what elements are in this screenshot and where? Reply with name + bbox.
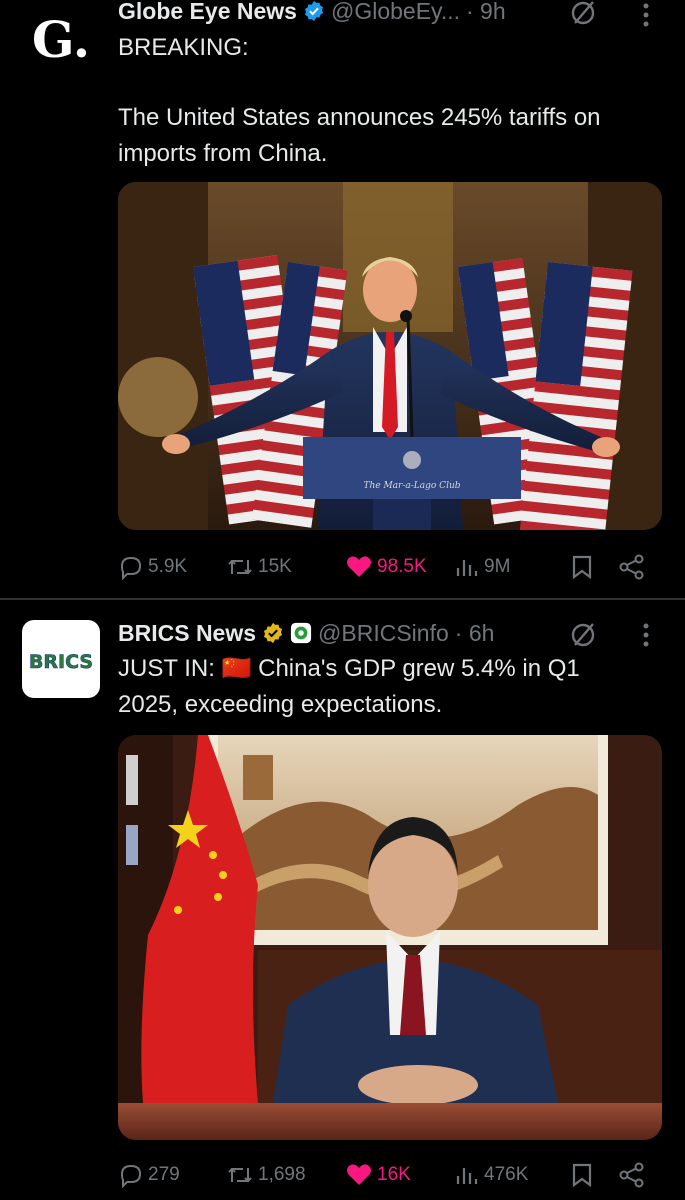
reply-count: 279 [148,1164,180,1185]
view-count: 476K [484,1164,529,1185]
post1-image[interactable]: The Mar-a-Lago Club [118,182,662,530]
share-button[interactable] [618,547,650,587]
heart-icon [347,1164,371,1185]
affiliate-badge-icon [290,622,312,644]
bookmark-button[interactable] [570,1155,598,1195]
reply-button[interactable]: 5.9K [118,547,187,587]
repost-count: 15K [258,556,292,577]
share-button[interactable] [618,1155,650,1195]
bookmark-icon [572,555,592,580]
verified-badge-icon [304,0,324,22]
post1-action-bar: 5.9K 15K 98.5K 9M [118,547,658,587]
bookmark-icon [572,1163,592,1188]
views-icon [456,1168,478,1184]
grok-icon[interactable] [568,620,598,650]
repost-button[interactable]: 1,698 [226,1155,306,1195]
views-button[interactable]: 9M [454,547,510,587]
like-button[interactable]: 98.5K [345,547,427,587]
author-handle[interactable]: @GlobeEy... [331,0,460,25]
heart-icon [347,556,371,577]
post-time[interactable]: · 9h [466,0,506,25]
like-count: 16K [377,1164,411,1185]
views-icon [456,560,478,576]
like-button[interactable]: 16K [345,1155,411,1195]
post-time[interactable]: · 6h [455,620,495,647]
post1-text-body: The United States announces 245% tariffs… [118,104,601,167]
views-button[interactable]: 476K [454,1155,528,1195]
verified-badge-icon [263,622,283,644]
author-name[interactable]: Globe Eye News [118,0,297,25]
like-count: 98.5K [377,556,427,577]
reply-icon [120,556,142,580]
press-conference-image: The Mar-a-Lago Club [118,182,662,530]
share-icon [619,554,644,580]
post1-header: Globe Eye News @GlobeEy... · 9h [118,0,506,28]
author-handle[interactable]: @BRICSinfo [318,620,449,647]
repost-count: 1,698 [258,1164,306,1185]
reply-count: 5.9K [148,556,188,577]
official-address-image [118,735,662,1140]
bookmark-button[interactable] [570,547,598,587]
post2-text-line2: 2025, exceeding expectations. [118,691,443,718]
svg-text:BRICS: BRICS [29,651,93,673]
post2-image[interactable] [118,735,662,1140]
avatar-brics-news[interactable]: BRICS [22,620,100,698]
post2-text-line1: JUST IN: 🇨🇳 China's GDP grew 5.4% in Q1 [118,655,580,682]
view-count: 9M [484,556,511,577]
podium-sign-text: The Mar-a-Lago Club [363,481,460,491]
reply-icon [120,1164,142,1188]
more-icon[interactable] [641,622,651,648]
repost-icon [228,1167,252,1183]
grok-icon[interactable] [568,0,598,28]
post2-header: BRICS News @BRICSinfo · 6h [118,616,494,650]
reply-button[interactable]: 279 [118,1155,180,1195]
post2-action-bar: 279 1,698 16K 476K [118,1155,658,1195]
more-icon[interactable] [641,2,651,28]
avatar-globe-eye-news[interactable]: G. [22,0,100,78]
brics-logo: BRICS [29,651,94,674]
share-icon [619,1162,644,1188]
repost-button[interactable]: 15K [226,547,292,587]
repost-icon [228,559,252,575]
author-name[interactable]: BRICS News [118,620,256,647]
post1-text-line1: BREAKING: [118,34,249,61]
